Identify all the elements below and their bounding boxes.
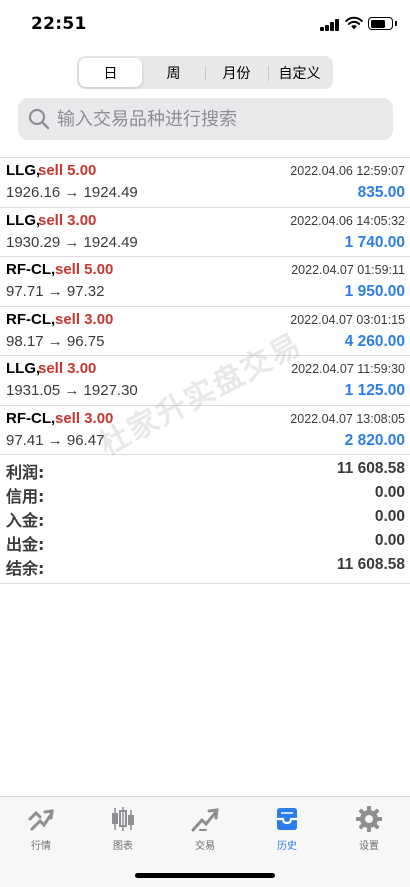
summary-label: 出金: — [6, 535, 45, 554]
tab-custom[interactable]: 自定义 — [268, 58, 331, 87]
deal-prices: 97.41 → 96.47 — [6, 431, 105, 449]
summary-value: 0.00 — [374, 508, 405, 525]
deal-prices: 1931.05 → 1927.30 — [6, 382, 138, 399]
tab-label: 交易 — [195, 841, 215, 852]
summary-row-profit: 利润: 11 608.58 — [0, 458, 410, 482]
deal-row[interactable]: LLG, sell 5.00 2022.04.06 12:59:07 1926.… — [0, 157, 410, 207]
deal-profit: 1 125.00 — [344, 382, 405, 399]
deal-symbol: RF-CL, — [6, 310, 56, 328]
summary-row-deposit: 入金: 0.00 — [0, 506, 410, 530]
deal-side: sell 3.00 — [55, 310, 114, 328]
deal-time: 2022.04.07 11:59:30 — [291, 362, 405, 376]
settings-icon — [356, 806, 382, 832]
deal-symbol: LLG, — [6, 162, 41, 179]
deal-symbol: LLG, — [6, 360, 41, 377]
summary-label: 利润: — [6, 463, 45, 482]
wifi-icon — [345, 16, 363, 30]
summary-row-withdrawal: 出金: 0.00 — [0, 530, 410, 554]
tab-month[interactable]: 月份 — [205, 58, 268, 87]
tab-label: 图表 — [113, 841, 133, 852]
deal-time: 2022.04.07 13:08:05 — [290, 411, 405, 426]
battery-icon — [368, 17, 393, 30]
summary-label: 入金: — [6, 511, 45, 530]
deal-profit: 835.00 — [357, 184, 405, 201]
summary-label: 结余: — [6, 559, 45, 578]
deal-side: sell 3.00 — [38, 360, 97, 377]
battery-tip — [395, 21, 397, 26]
search-icon — [28, 108, 50, 130]
status-bar: 22:51 — [0, 0, 410, 50]
tab-history[interactable]: 历史 — [246, 797, 328, 857]
deal-row[interactable]: RF-CL, sell 3.00 2022.04.07 03:01:15 98.… — [0, 305, 410, 356]
trade-icon — [191, 808, 219, 832]
deal-profit: 4 260.00 — [344, 332, 405, 350]
cellular-signal-icon — [320, 19, 340, 31]
tab-day[interactable]: 日 — [79, 58, 142, 87]
deal-profit: 2 820.00 — [344, 431, 405, 449]
tab-week[interactable]: 周 — [142, 58, 205, 87]
deal-time: 2022.04.07 01:59:11 — [291, 263, 405, 277]
search-input[interactable] — [57, 108, 377, 130]
deal-side: sell 5.00 — [55, 261, 114, 278]
deal-row[interactable]: LLG, sell 3.00 2022.04.06 14:05:32 1930.… — [0, 206, 410, 257]
summary-value: 11 608.58 — [336, 556, 405, 573]
tab-label: 历史 — [277, 841, 297, 852]
deal-side: sell 3.00 — [38, 211, 97, 229]
history-summary: 利润: 11 608.58 信用: 0.00 入金: 0.00 出金: 0.00… — [0, 454, 410, 584]
summary-label: 信用: — [6, 487, 45, 506]
summary-value: 0.00 — [374, 532, 405, 549]
tab-label: 设置 — [359, 841, 379, 852]
search-bar[interactable] — [18, 98, 393, 140]
tab-quotes[interactable]: 行情 — [0, 797, 82, 857]
period-selector: 日 周 月份 自定义 — [77, 56, 333, 89]
summary-row-credit: 信用: 0.00 — [0, 482, 410, 506]
deals-list: LLG, sell 5.00 2022.04.06 12:59:07 1926.… — [0, 157, 410, 454]
deal-symbol: LLG, — [6, 211, 41, 229]
deal-side: sell 5.00 — [38, 162, 97, 179]
home-indicator[interactable] — [135, 873, 275, 878]
deal-prices: 97.71 → 97.32 — [6, 283, 105, 300]
chart-icon — [112, 807, 134, 831]
deal-prices: 1930.29 → 1924.49 — [6, 233, 138, 251]
summary-value: 0.00 — [374, 484, 405, 501]
deal-row[interactable]: RF-CL, sell 5.00 2022.04.07 01:59:11 97.… — [0, 256, 410, 306]
status-time: 22:51 — [31, 14, 87, 34]
deal-prices: 1926.16 → 1924.49 — [6, 184, 138, 201]
tab-label: 行情 — [31, 841, 51, 852]
deal-time: 2022.04.07 03:01:15 — [290, 312, 405, 327]
quotes-icon — [28, 809, 54, 831]
deal-prices: 98.17 → 96.75 — [6, 332, 105, 350]
deal-profit: 1 740.00 — [344, 233, 405, 251]
summary-row-balance: 结余: 11 608.58 — [0, 554, 410, 578]
deal-profit: 1 950.00 — [344, 283, 405, 300]
deal-symbol: RF-CL, — [6, 261, 56, 278]
tab-settings[interactable]: 设置 — [328, 797, 410, 857]
deal-time: 2022.04.06 12:59:07 — [290, 164, 405, 178]
deal-symbol: RF-CL, — [6, 409, 56, 427]
deal-row[interactable]: LLG, sell 3.00 2022.04.07 11:59:30 1931.… — [0, 355, 410, 405]
history-icon — [277, 808, 297, 830]
deal-time: 2022.04.06 14:05:32 — [290, 213, 405, 228]
tab-trade[interactable]: 交易 — [164, 797, 246, 857]
deal-row[interactable]: RF-CL, sell 3.00 2022.04.07 13:08:05 97.… — [0, 404, 410, 455]
tab-chart[interactable]: 图表 — [82, 797, 164, 857]
summary-value: 11 608.58 — [336, 460, 405, 477]
deal-side: sell 3.00 — [55, 409, 114, 427]
